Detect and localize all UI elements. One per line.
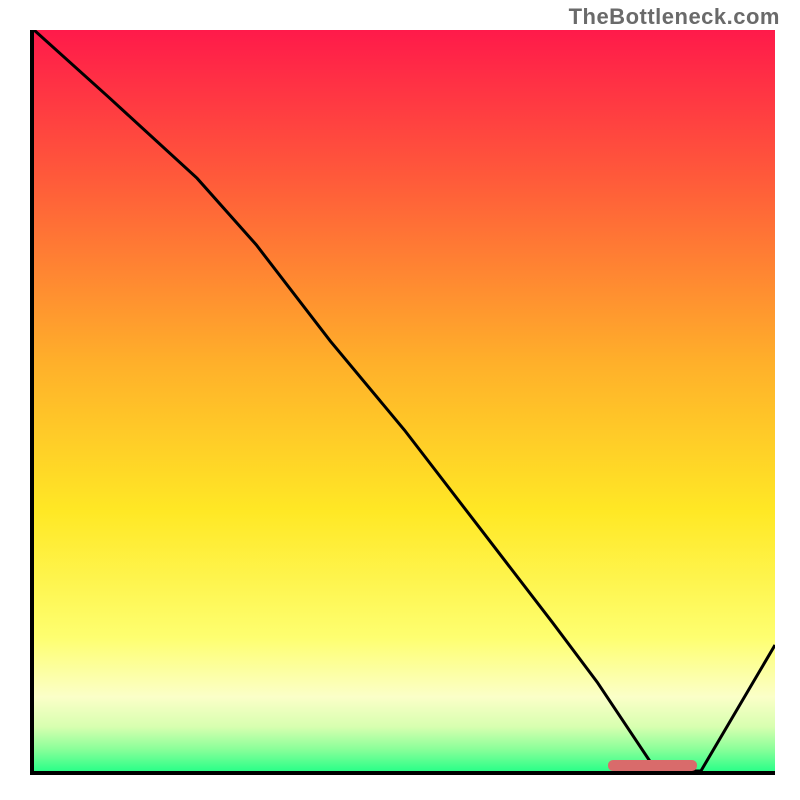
watermark-text: TheBottleneck.com <box>569 4 780 30</box>
optimal-range-marker <box>608 760 697 771</box>
plot-area <box>30 30 775 775</box>
bottleneck-curve <box>34 30 775 771</box>
